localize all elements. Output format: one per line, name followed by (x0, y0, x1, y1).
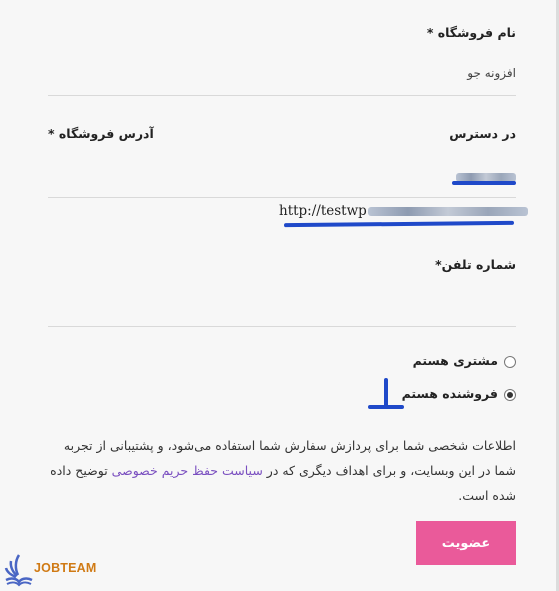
role-customer-option[interactable]: مشتری هستم (413, 353, 516, 368)
radio-button[interactable] (504, 355, 516, 368)
annotation-mark (368, 405, 404, 409)
annotation-underline (452, 181, 516, 185)
register-button[interactable]: عضویت (416, 521, 516, 565)
role-vendor-label: فروشنده هستم (401, 386, 498, 401)
divider (48, 197, 516, 198)
logo-text: JOBTEAM (34, 561, 97, 575)
privacy-notice: اطلاعات شخصی شما برای پردازش سفارش شما ا… (48, 433, 516, 508)
store-name-label: نام فروشگاه * (426, 25, 516, 40)
availability-label: در دسترس (449, 126, 516, 141)
annotation-mark (384, 378, 388, 408)
divider (48, 326, 516, 327)
role-vendor-option[interactable]: فروشنده هستم (402, 386, 516, 401)
annotation-underline (283, 220, 515, 228)
phone-label: شماره تلفن* (435, 257, 516, 272)
privacy-policy-link[interactable]: سیاست حفظ حریم خصوصی (112, 463, 263, 478)
store-url-preview: http://testwp (279, 203, 528, 219)
radio-button-selected[interactable] (504, 388, 516, 401)
divider (48, 95, 516, 96)
phone-field[interactable] (48, 280, 516, 320)
store-name-field[interactable]: افزونه جو (467, 66, 516, 80)
vendor-registration-form: نام فروشگاه * افزونه جو در دسترس آدرس فر… (48, 0, 528, 591)
role-customer-label: مشتری هستم (412, 353, 498, 368)
store-address-label: آدرس فروشگاه * (48, 126, 154, 141)
blurred-url (367, 207, 528, 216)
store-url-prefix: http://testwp (279, 203, 367, 219)
jobteam-logo: JOBTEAM (4, 551, 104, 587)
book-leaves-icon (4, 554, 33, 587)
